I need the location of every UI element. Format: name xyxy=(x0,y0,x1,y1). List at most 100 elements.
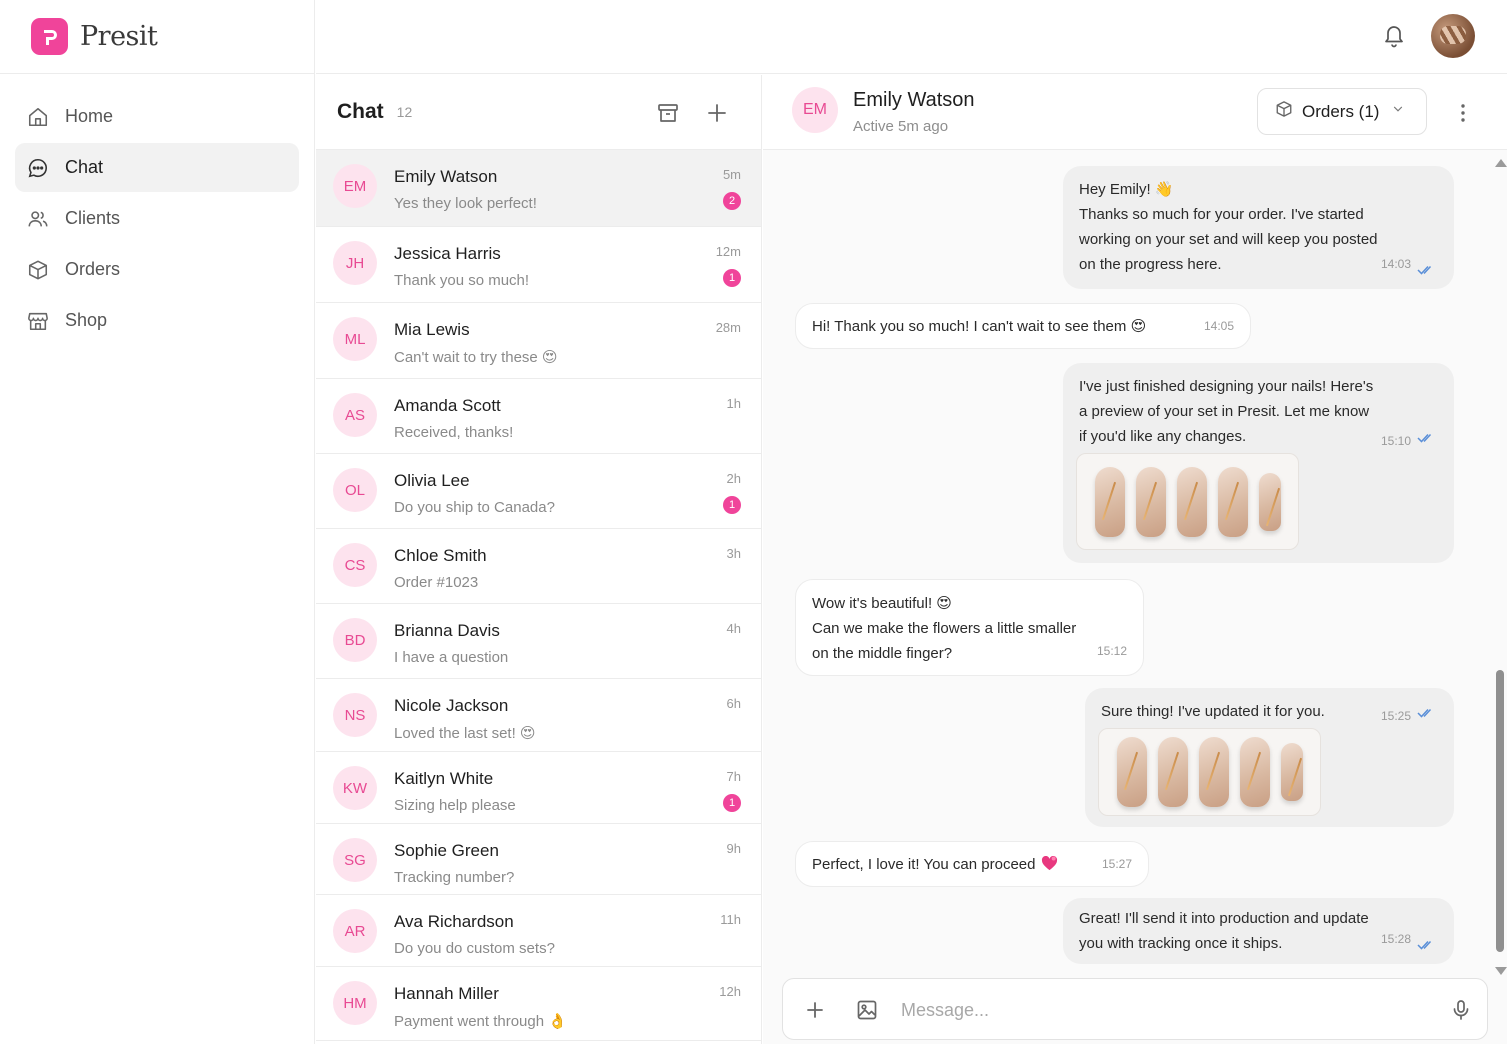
message-line: Perfect, I love it! You can proceed xyxy=(812,856,1036,873)
conversation-item[interactable]: NS Nicole Jackson Loved the last set! 😍 6h xyxy=(316,679,761,752)
message-input[interactable] xyxy=(901,991,1421,1029)
microphone-icon[interactable] xyxy=(1449,998,1473,1022)
contact-avatar: SG xyxy=(333,838,377,882)
nav-label: Shop xyxy=(65,310,108,330)
contact-avatar: KW xyxy=(333,766,377,810)
message-incoming: Perfect, I love it! You can proceed 15:2… xyxy=(795,841,1149,887)
message-incoming: Hi! Thank you so much! I can't wait to s… xyxy=(795,303,1251,349)
message-scrollbar[interactable] xyxy=(1491,155,1507,975)
nav-label: Clients xyxy=(65,208,121,228)
conversation-item[interactable]: SG Sophie Green Tracking number? 9h xyxy=(316,824,761,895)
contact-name[interactable]: Emily Watson xyxy=(853,89,975,112)
conversation-item[interactable]: JH Jessica Harris Thank you so much! 12m 1 xyxy=(316,227,761,303)
nail xyxy=(1217,466,1248,537)
conversation-item[interactable]: CS Chloe Smith Order #1023 3h xyxy=(316,529,761,604)
chevron-down-icon xyxy=(1391,102,1405,121)
message-line: Wow it's beautiful! 😍 xyxy=(812,595,952,612)
message-preview: Do you ship to Canada? xyxy=(394,499,555,516)
archive-icon[interactable] xyxy=(656,101,680,125)
message-time: 15:27 xyxy=(1101,857,1132,871)
contact-avatar: EM xyxy=(333,164,377,208)
image-icon[interactable] xyxy=(855,998,879,1022)
message-line: Hi! Thank you so much! I can't wait to s… xyxy=(812,318,1147,335)
nav-item-home[interactable]: Home xyxy=(15,92,299,141)
message-line: Can we make the flowers a little smaller xyxy=(812,620,1077,637)
nav-item-orders[interactable]: Orders xyxy=(15,245,299,294)
contact-name: Amanda Scott xyxy=(394,396,501,415)
chat-icon xyxy=(26,156,50,180)
scrollbar-thumb[interactable] xyxy=(1496,670,1504,952)
conversation-item[interactable]: AR Ava Richardson Do you do custom sets? 11… xyxy=(316,895,761,967)
nav-label: Orders xyxy=(65,259,121,279)
nail xyxy=(1280,743,1303,801)
chat-list-title: Chat xyxy=(337,100,384,123)
user-avatar[interactable] xyxy=(1431,14,1475,58)
attach-plus-icon[interactable] xyxy=(803,998,827,1022)
nav-item-clients[interactable]: Clients xyxy=(15,194,299,243)
message-time: 1h xyxy=(726,396,741,411)
contact-status: Active 5m ago xyxy=(853,118,949,135)
scroll-up-icon[interactable] xyxy=(1495,159,1507,167)
more-options-icon[interactable] xyxy=(1451,101,1475,125)
presit-logo-icon xyxy=(31,18,68,55)
contact-avatar: AR xyxy=(333,909,377,953)
message-time: 6h xyxy=(726,696,741,711)
message-preview: Loved the last set! 😍 xyxy=(394,725,536,742)
message-time: 4h xyxy=(726,621,741,636)
contact-avatar: BD xyxy=(333,618,377,662)
bell-icon[interactable] xyxy=(1382,22,1406,48)
message-time: 14:03 xyxy=(1380,257,1411,271)
scroll-down-icon[interactable] xyxy=(1495,967,1507,975)
message-outgoing: I've just finished designing your nails!… xyxy=(1063,363,1454,563)
conversation-item[interactable]: ML Mia Lewis Can't wait to try these 😍 28m xyxy=(316,303,761,379)
conversation-item[interactable]: HM Hannah Miller Payment went through 👌 12h xyxy=(316,967,761,1041)
chat-header: EM Emily Watson Active 5m ago Orders (1) xyxy=(763,75,1507,150)
message-time: 7h xyxy=(726,769,741,784)
message-preview: Sizing help please xyxy=(394,797,516,814)
message-time: 14:05 xyxy=(1203,319,1234,333)
chat-panel: EM Emily Watson Active 5m ago Orders (1)… xyxy=(763,75,1507,1044)
message-time: 12h xyxy=(719,984,741,999)
message-incoming: Wow it's beautiful! 😍 Can we make the fl… xyxy=(795,579,1144,676)
nail xyxy=(1094,466,1125,537)
message-time: 9h xyxy=(726,841,741,856)
read-receipt-icon xyxy=(1417,433,1432,443)
box-icon xyxy=(1275,100,1293,123)
conversation-item[interactable]: EM Emily Watson Yes they look perfect! 5m 2 xyxy=(316,150,761,227)
nav-item-chat[interactable]: Chat xyxy=(15,143,299,192)
message-line: I've just finished designing your nails!… xyxy=(1079,378,1374,395)
contact-name: Sophie Green xyxy=(394,841,499,860)
read-receipt-icon xyxy=(1417,708,1432,718)
new-chat-button[interactable] xyxy=(705,101,729,125)
conversation-item[interactable]: OL Olivia Lee Do you ship to Canada? 2h 1 xyxy=(316,454,761,529)
chat-list: Chat 12 EM Emily Watson Yes they look perf… xyxy=(316,75,762,1044)
box-icon xyxy=(26,258,50,282)
contact-name: Mia Lewis xyxy=(394,320,470,339)
nail-preview-image[interactable] xyxy=(1098,728,1321,816)
orders-dropdown-button[interactable]: Orders (1) xyxy=(1257,88,1427,135)
contact-avatar: AS xyxy=(333,393,377,437)
message-line: working on your set and will keep you po… xyxy=(1079,231,1378,248)
message-preview: Order #1023 xyxy=(394,574,479,591)
nav-item-shop[interactable]: Shop xyxy=(15,296,299,345)
message-preview: Payment went through 👌 xyxy=(394,1013,567,1030)
unread-badge: 1 xyxy=(723,794,741,812)
users-icon xyxy=(26,207,50,231)
conversation-item[interactable]: BD Brianna Davis I have a question 4h xyxy=(316,604,761,679)
message-preview: Do you do custom sets? xyxy=(394,940,555,957)
nail xyxy=(1135,466,1166,537)
nail xyxy=(1198,737,1229,807)
message-outgoing: Sure thing! I've updated it for you. 15:… xyxy=(1085,688,1454,827)
brand[interactable]: Presit xyxy=(0,0,314,74)
main-nav: Home Chat Clients Orders Shop xyxy=(0,74,314,365)
contact-avatar[interactable]: EM xyxy=(792,87,838,133)
conversation-item[interactable]: KW Kaitlyn White Sizing help please 7h 1 xyxy=(316,752,761,824)
message-preview: Tracking number? xyxy=(394,869,515,886)
message-preview: Can't wait to try these 😍 xyxy=(394,349,558,366)
contact-avatar: NS xyxy=(333,693,377,737)
contact-avatar: OL xyxy=(333,468,377,512)
conversation-item[interactable]: AS Amanda Scott Received, thanks! 1h xyxy=(316,379,761,454)
nail-preview-image[interactable] xyxy=(1076,453,1299,550)
message-preview: Received, thanks! xyxy=(394,424,514,441)
chat-list-header: Chat 12 xyxy=(316,75,761,150)
